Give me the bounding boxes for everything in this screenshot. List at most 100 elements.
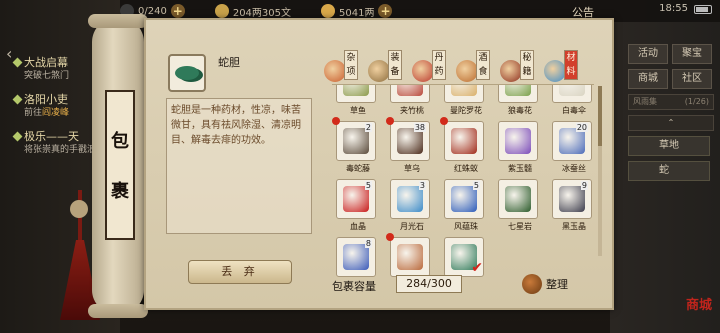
category-icon: [456, 60, 478, 82]
quest-item[interactable]: 洛阳小吏 前往阎凌峰: [12, 91, 104, 120]
quest-item[interactable]: 大战启幕 突破七煞门: [12, 54, 104, 83]
resource-1-add-button[interactable]: +: [170, 4, 185, 18]
item-slot-frame: [498, 121, 538, 161]
item-slot[interactable]: 5 风蕴珠: [444, 179, 488, 231]
item-slot[interactable]: 白毒伞: [552, 85, 594, 115]
snake-gall-icon: [175, 66, 199, 80]
collapse-arrow-icon[interactable]: ⌃: [628, 115, 714, 131]
category-icon: [500, 60, 522, 82]
item-slot-frame: ✔: [444, 237, 484, 277]
target-snake-button[interactable]: 蛇: [628, 161, 710, 181]
item-slot-frame: 2: [336, 121, 376, 161]
category-icon: [544, 60, 566, 82]
item-name: 七星岩: [508, 222, 532, 231]
item-slot[interactable]: 草鱼: [336, 85, 380, 115]
quest-marker-icon: [12, 57, 23, 67]
item-slot-frame: 5: [444, 179, 484, 219]
item-name: 黑玉晶: [562, 222, 586, 231]
item-icon: [559, 85, 585, 96]
drop-button[interactable]: 丢 弃: [188, 260, 292, 284]
bag-title-char: 包: [111, 131, 129, 152]
new-badge-icon: [386, 117, 394, 125]
item-name: 月光石: [400, 222, 424, 231]
item-slot[interactable]: 夹竹桃: [390, 85, 434, 115]
right-menu: 活动 聚宝 商城 社区 风雨集 (1/26) ⌃ 草地 蛇: [628, 44, 714, 186]
treasure-button[interactable]: 聚宝: [672, 44, 712, 64]
item-name: 夹竹桃: [400, 106, 424, 115]
item-name: 冰蚕丝: [562, 164, 586, 173]
tassel-bead: [70, 200, 88, 218]
scrollbar-thumb[interactable]: [598, 86, 602, 146]
grid-scrollbar[interactable]: [598, 86, 602, 256]
quest-title: 极乐——天: [24, 130, 79, 143]
item-icon: [343, 85, 369, 96]
item-count: 38: [413, 123, 426, 132]
activity-button[interactable]: 活动: [628, 44, 668, 64]
resource-3-add-button[interactable]: +: [378, 4, 393, 18]
new-badge-icon: [440, 117, 448, 125]
selected-item-icon: [168, 54, 206, 92]
item-name: 紫玉髓: [508, 164, 532, 173]
item-slot[interactable]: 七星岩: [498, 179, 542, 231]
new-badge-icon: [386, 233, 394, 241]
event-bar-value: (1/26): [684, 97, 709, 106]
item-slot[interactable]: 5 血晶: [336, 179, 380, 231]
selected-item-name: 蛇胆: [218, 56, 240, 69]
item-slot[interactable]: 红蛛蚁: [440, 117, 488, 173]
item-name: 血晶: [350, 222, 366, 231]
sort-button[interactable]: 整理: [522, 274, 568, 294]
item-count: 5: [364, 181, 372, 190]
item-slot[interactable]: 3 月光石: [390, 179, 434, 231]
resource-3-value: 5041两: [339, 7, 375, 19]
item-count: 3: [418, 181, 426, 190]
item-count: 2: [364, 123, 372, 132]
item-name: 毒蛇藤: [346, 164, 370, 173]
item-description: 蛇胆是一种药材，性凉，味苦微甘，具有祛风除湿、清凉明目、解毒去痱的功效。: [166, 98, 312, 234]
community-button[interactable]: 社区: [672, 69, 712, 89]
item-slot[interactable]: 曼陀罗花: [444, 85, 488, 115]
item-name: 红蛛蚁: [454, 164, 478, 173]
location-grassland-button[interactable]: 草地: [628, 136, 710, 156]
shop-stamp-logo[interactable]: 商城: [686, 294, 712, 313]
item-icon: [505, 186, 531, 212]
item-slot-frame: 9: [552, 179, 592, 219]
tab-category[interactable]: 装备: [368, 50, 406, 84]
category-icon: [368, 60, 390, 82]
sort-bag-icon: [522, 274, 542, 294]
item-slot[interactable]: 2 毒蛇藤: [332, 117, 380, 173]
tab-category[interactable]: 秘籍: [500, 50, 538, 84]
tab-label: 丹药: [432, 50, 446, 80]
item-name: 曼陀罗花: [450, 106, 482, 115]
item-slot-frame: [444, 121, 484, 161]
tab-category[interactable]: 酒食: [456, 50, 494, 84]
tab-label: 材料: [564, 50, 578, 80]
quest-item[interactable]: 极乐——天 将张崇真的手戳浪: [12, 128, 104, 157]
item-slot-frame: [444, 85, 484, 103]
item-slot[interactable]: 蛇肉: [386, 233, 434, 278]
item-grid: 草鱼 夹竹桃 曼陀罗花 狼毒花 白毒伞 2 毒蛇藤 38 草乌 红蛛蚁 紫玉髓 20 冰蚕丝 5 血晶 3 月光…: [332, 84, 594, 278]
tab-category[interactable]: 材料: [544, 50, 582, 84]
item-slot[interactable]: 38 草乌: [386, 117, 434, 173]
item-slot[interactable]: 20 冰蚕丝: [552, 121, 594, 173]
tab-category[interactable]: 杂项: [324, 50, 362, 84]
scroll-cap-top: [88, 14, 148, 28]
item-slot-frame: [336, 85, 376, 103]
bag-title-char: 裹: [111, 181, 129, 202]
item-slot-frame: [390, 237, 430, 277]
quest-desc: 将张崇真的手戳浪: [24, 145, 97, 155]
item-slot[interactable]: 狼毒花: [498, 85, 542, 115]
new-badge-icon: [332, 117, 340, 125]
category-icon: [324, 60, 346, 82]
event-bar[interactable]: 风雨集 (1/26): [628, 94, 714, 110]
item-name: 风蕴珠: [454, 222, 478, 231]
item-slot[interactable]: 紫玉髓: [498, 121, 542, 173]
quest-marker-icon: [12, 131, 23, 141]
item-icon: [397, 244, 423, 270]
item-slot-frame: [498, 179, 538, 219]
item-slot[interactable]: 9 黑玉晶: [552, 179, 594, 231]
item-slot-frame: 20: [552, 121, 592, 161]
shop-button[interactable]: 商城: [628, 69, 668, 89]
item-slot[interactable]: 8青金石: [336, 237, 380, 278]
item-slot[interactable]: ✔蛇胆: [444, 237, 488, 278]
tab-category[interactable]: 丹药: [412, 50, 450, 84]
